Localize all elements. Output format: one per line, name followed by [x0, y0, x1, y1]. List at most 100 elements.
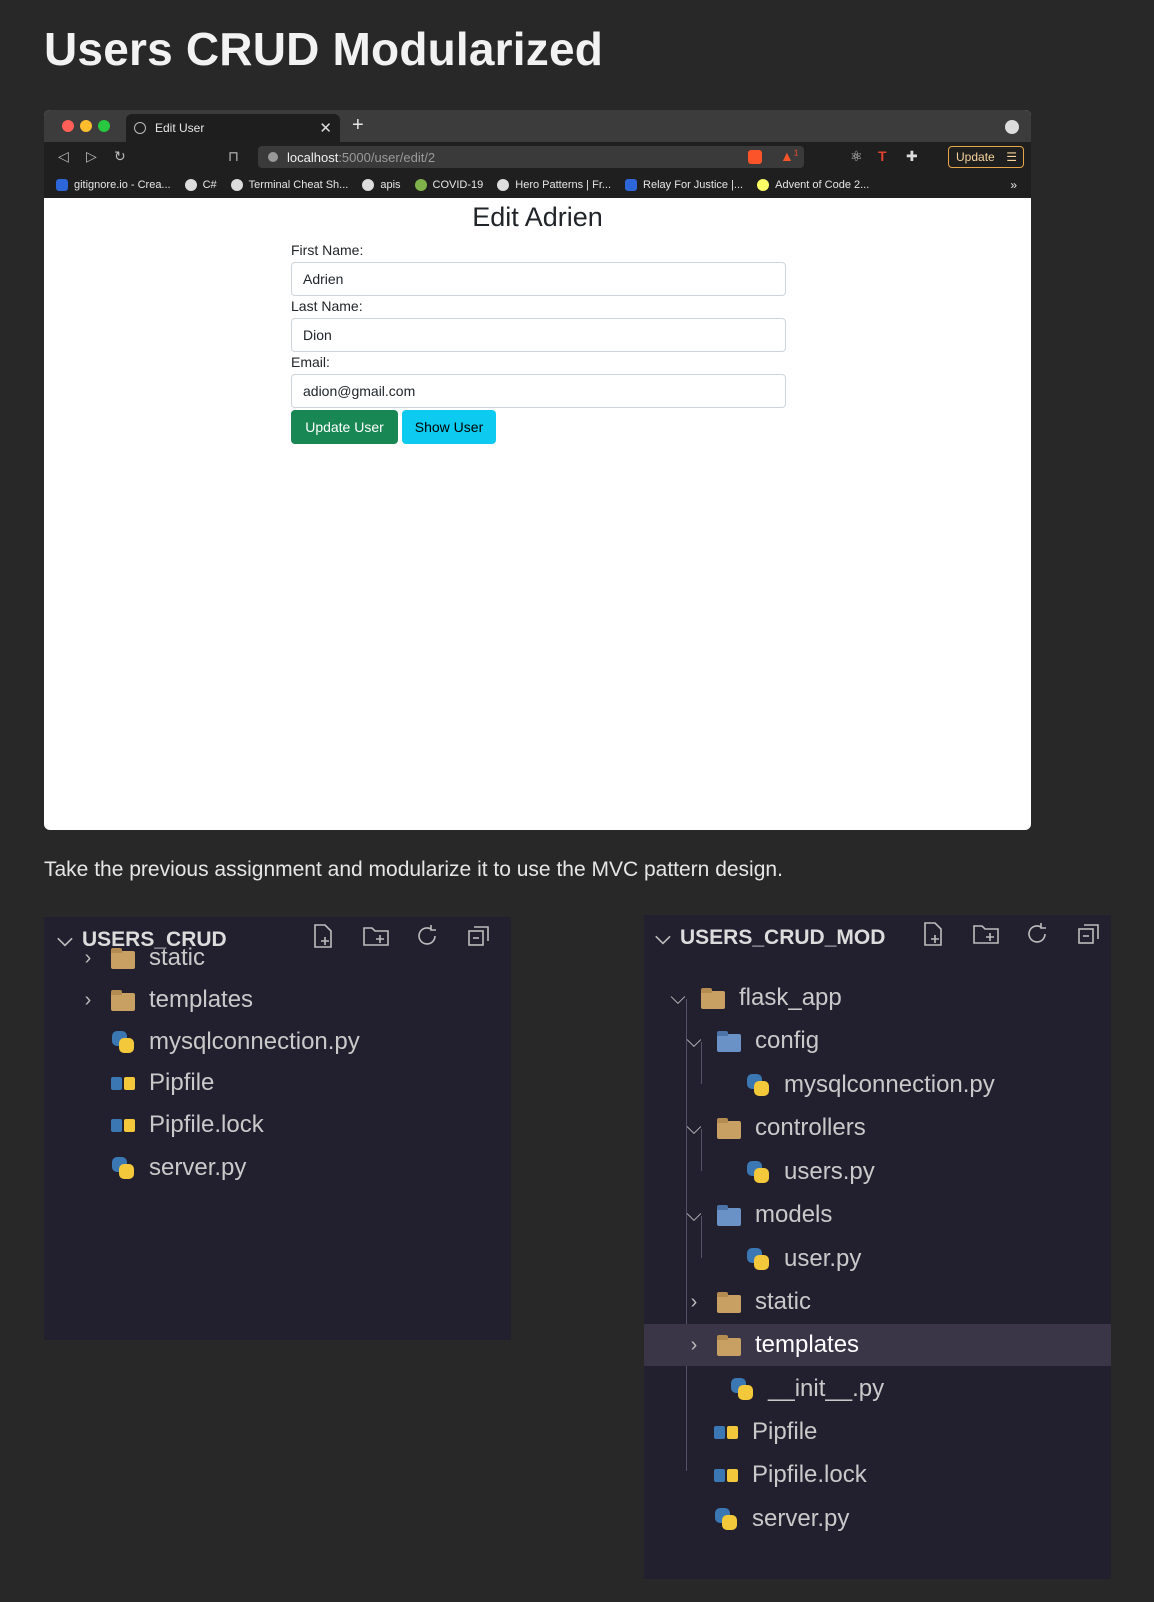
- browser-toolbar: ◁ ▷ ↻ ⊓ localhost:5000/user/edit/2 ▲1 ⚛ …: [44, 142, 1031, 172]
- tab-search-icon[interactable]: [1005, 120, 1019, 134]
- chevron-down-icon: ⌵: [686, 1203, 702, 1226]
- explorer-panel-right: ⌵ USERS_CRUD_MOD ⌵ flask_app ⌵ config my…: [644, 915, 1111, 1579]
- maximize-window-button[interactable]: [98, 120, 110, 132]
- tree-item-label: mysqlconnection.py: [784, 1071, 995, 1098]
- pipfile-icon: [712, 1419, 740, 1445]
- covid-icon: [414, 179, 427, 191]
- bookmarks-bar: gitignore.io - Crea... C# Terminal Cheat…: [44, 172, 1031, 198]
- chevron-right-icon: ›: [690, 1290, 698, 1313]
- tree-item-config[interactable]: ⌵ config: [644, 1020, 1111, 1062]
- tree-item-controllers[interactable]: ⌵ controllers: [644, 1107, 1111, 1149]
- tree-item-templates[interactable]: › templates: [44, 979, 511, 1021]
- bookmark-item[interactable]: apis: [362, 179, 401, 191]
- forward-icon[interactable]: ▷: [86, 148, 97, 165]
- more-bookmarks-icon[interactable]: »: [1010, 178, 1017, 192]
- brave-rewards-icon[interactable]: ▲1: [780, 148, 798, 164]
- tree-item-templates[interactable]: › templates: [644, 1324, 1111, 1366]
- pipfile-icon: [109, 1070, 137, 1096]
- tree-item-label: config: [755, 1027, 820, 1054]
- tree-item-init-py[interactable]: __init__.py: [644, 1368, 1111, 1410]
- bookmark-item[interactable]: COVID-19: [414, 179, 484, 191]
- address-bar[interactable]: localhost:5000/user/edit/2: [258, 146, 804, 168]
- tree-item-label: controllers: [755, 1114, 866, 1141]
- new-file-icon[interactable]: [920, 921, 946, 947]
- url-path: :5000/user/edit/2: [338, 149, 436, 165]
- tree-item-label: users.py: [784, 1158, 875, 1185]
- python-icon: [712, 1506, 740, 1532]
- tree-item-label: server.py: [149, 1154, 247, 1181]
- explorer-header[interactable]: ⌵ USERS_CRUD_MOD: [652, 923, 885, 953]
- brave-shields-icon[interactable]: [748, 150, 762, 164]
- python-icon: [728, 1376, 756, 1402]
- python-icon: [109, 1029, 137, 1055]
- bookmark-item[interactable]: C#: [184, 179, 217, 191]
- tree-item-pipfile-lock[interactable]: Pipfile.lock: [44, 1104, 511, 1146]
- tree-item-pipfile[interactable]: Pipfile: [44, 1062, 511, 1104]
- tree-item-models[interactable]: ⌵ models: [644, 1194, 1111, 1236]
- tree-item-label: Pipfile.lock: [752, 1461, 867, 1488]
- tree-item-label: server.py: [752, 1505, 850, 1532]
- assignment-description: Take the previous assignment and modular…: [44, 858, 783, 881]
- tree-item-pipfile-lock[interactable]: Pipfile.lock: [644, 1454, 1111, 1496]
- show-user-button[interactable]: Show User: [402, 410, 496, 444]
- new-folder-icon[interactable]: [972, 921, 999, 947]
- github-icon: [362, 179, 375, 191]
- tree-item-label: user.py: [784, 1245, 862, 1272]
- bookmark-item[interactable]: Terminal Cheat Sh...: [230, 179, 349, 191]
- tree-item-label: __init__.py: [768, 1375, 885, 1402]
- reload-icon[interactable]: ↻: [114, 148, 126, 165]
- first-name-input[interactable]: [291, 262, 786, 296]
- site-info-icon[interactable]: [268, 152, 278, 162]
- form-title: Edit Adrien: [472, 202, 603, 232]
- bookmark-label: C#: [202, 179, 217, 191]
- page-content: Edit Adrien First Name: Last Name: Email…: [44, 198, 1031, 830]
- bookmark-item[interactable]: Relay For Justice |...: [625, 179, 743, 191]
- new-tab-icon[interactable]: +: [352, 114, 364, 137]
- extensions-puzzle-icon[interactable]: ✚: [906, 148, 918, 165]
- chevron-down-icon: ⌵: [686, 1029, 702, 1052]
- python-icon: [744, 1072, 772, 1098]
- minimize-window-button[interactable]: [80, 120, 92, 132]
- close-window-button[interactable]: [62, 120, 74, 132]
- tree-item-user-py[interactable]: user.py: [644, 1238, 1111, 1280]
- close-tab-icon[interactable]: ✕: [319, 119, 332, 137]
- collapse-all-icon[interactable]: [1076, 921, 1102, 947]
- bookmark-item[interactable]: Advent of Code 2...: [757, 179, 869, 191]
- update-label: Update: [956, 150, 995, 164]
- templates-folder-icon: [109, 987, 137, 1013]
- tree-item-server[interactable]: server.py: [644, 1498, 1111, 1540]
- config-folder-icon: [715, 1028, 743, 1054]
- python-icon: [744, 1246, 772, 1272]
- url-host: localhost: [287, 149, 339, 165]
- bookmark-label: gitignore.io - Crea...: [74, 179, 171, 191]
- bookmark-item[interactable]: Hero Patterns | Fr...: [497, 179, 611, 191]
- browser-tab[interactable]: Edit User ✕: [126, 114, 340, 142]
- back-icon[interactable]: ◁: [58, 148, 69, 165]
- email-input[interactable]: [291, 374, 786, 408]
- extension-tp-icon[interactable]: T: [878, 148, 887, 164]
- refresh-icon[interactable]: [1024, 921, 1050, 947]
- python-icon: [744, 1159, 772, 1185]
- controllers-folder-icon: [715, 1115, 743, 1141]
- tree-item-static[interactable]: › static: [644, 1281, 1111, 1323]
- tree-item-mysqlconnection[interactable]: mysqlconnection.py: [44, 1021, 511, 1063]
- tree-item-flask-app[interactable]: ⌵ flask_app: [644, 977, 1111, 1019]
- tree-item-pipfile[interactable]: Pipfile: [644, 1411, 1111, 1453]
- last-name-input[interactable]: [291, 318, 786, 352]
- react-devtools-icon[interactable]: ⚛: [850, 148, 863, 165]
- bookmark-label: Terminal Cheat Sh...: [248, 179, 349, 191]
- update-user-button[interactable]: Update User: [291, 410, 398, 444]
- tree-item-label: mysqlconnection.py: [149, 1028, 360, 1055]
- tree-item-users-py[interactable]: users.py: [644, 1151, 1111, 1193]
- trello-icon: [625, 179, 638, 191]
- tree-item-label: flask_app: [739, 984, 842, 1011]
- tree-item-mysqlconnection[interactable]: mysqlconnection.py: [644, 1064, 1111, 1106]
- tree-item-static[interactable]: › static: [44, 937, 511, 979]
- bookmark-item[interactable]: gitignore.io - Crea...: [56, 179, 171, 191]
- browser-update-button[interactable]: Update ☰: [948, 146, 1024, 168]
- bookmark-icon[interactable]: ⊓: [228, 148, 239, 165]
- bookmark-label: COVID-19: [432, 179, 484, 191]
- pipfile-icon: [712, 1462, 740, 1488]
- page-title: Users CRUD Modularized: [44, 23, 604, 75]
- tree-item-server[interactable]: server.py: [44, 1147, 511, 1189]
